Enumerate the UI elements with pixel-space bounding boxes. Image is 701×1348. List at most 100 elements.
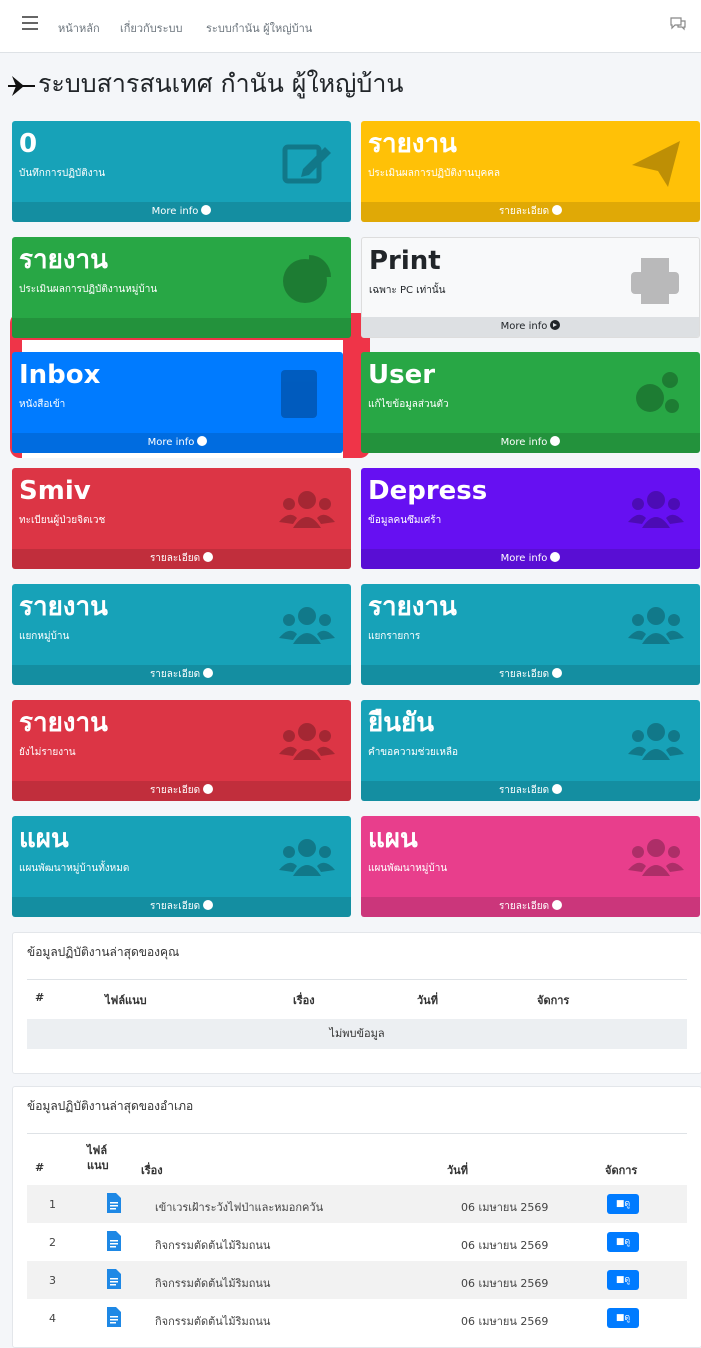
row-subject: กิจกรรมตัดต้นไม้ริมถนน (155, 1277, 271, 1290)
users-icon (628, 839, 684, 876)
card-title: ข้อมูลปฏิบัติงานล่าสุดของคุณ (27, 945, 180, 959)
book-icon (281, 370, 317, 418)
view-button[interactable]: ■ดู (607, 1194, 639, 1214)
arrow-circle-right-icon (552, 900, 563, 910)
users-icon (628, 491, 684, 528)
details-link[interactable]: รายละเอียด (361, 897, 700, 917)
footer-label: More info (500, 321, 548, 332)
card-title: ข้อมูลปฏิบัติงานล่าสุดของอำเภอ (27, 1099, 194, 1113)
footer-label: รายละเอียด (149, 669, 201, 680)
row-date: 06 เมษายน 2569 (461, 1239, 549, 1252)
footer-label: More info (151, 206, 199, 217)
users-icon (628, 607, 684, 644)
arrow-circle-right-icon (201, 205, 212, 215)
details-link[interactable]: รายละเอียด (12, 665, 351, 685)
box-subtitle: ยังไม่รายงาน (19, 747, 76, 758)
box-subtitle: ทะเบียนผู้ป่วยจิตเวช (19, 515, 106, 526)
box-number: แผน (368, 824, 418, 854)
table-row: 1 เข้าเวรเฝ้าระวังไฟป่าและหมอกควัน 06 เม… (27, 1185, 687, 1223)
arrow-circle-right-icon (552, 668, 563, 678)
nav-link-system[interactable]: ระบบกำนัน ผู้ใหญ่บ้าน (206, 19, 312, 37)
arrow-circle-right-icon (550, 552, 561, 562)
more-info-link[interactable]: More info (12, 202, 351, 222)
box-not-reported: รายงาน ยังไม่รายงาน รายละเอียด (12, 700, 351, 801)
file-icon[interactable] (107, 1307, 121, 1327)
box-number: รายงาน (19, 245, 108, 275)
details-link[interactable]: รายละเอียด (12, 897, 351, 917)
more-info-link[interactable]: More info (361, 549, 700, 569)
box-person-report: รายงาน ประเมินผลการปฏิบัติงานบุคคล รายละ… (361, 121, 700, 222)
col-header-manage: จัดการ (537, 994, 570, 1007)
view-button-label: ดู (624, 1275, 631, 1285)
box-depress: Depress ข้อมูลคนซึมเศร้า More info (361, 468, 700, 569)
box-footer[interactable] (12, 318, 351, 338)
box-subtitle: หนังสือเข้า (19, 399, 66, 410)
more-info-link[interactable]: More info (361, 433, 700, 453)
file-icon[interactable] (107, 1231, 121, 1251)
details-link[interactable]: รายละเอียด (361, 665, 700, 685)
box-report-by-village: รายงาน แยกหมู่บ้าน รายละเอียด (12, 584, 351, 685)
row-number: 1 (49, 1198, 56, 1211)
box-number: Smiv (19, 476, 91, 506)
col-header-date: วันที่ (447, 1164, 468, 1177)
box-print: Print เฉพาะ PC เท่านั้น More info (361, 237, 700, 338)
box-number: รายงาน (19, 592, 108, 622)
row-number: 3 (49, 1274, 56, 1287)
box-village-report: รายงาน ประเมินผลการปฏิบัติงานหมู่บ้าน (12, 237, 351, 338)
col-header-no: # (35, 991, 45, 1004)
details-link[interactable]: รายละเอียด (12, 549, 351, 569)
box-subtitle: เฉพาะ PC เท่านั้น (369, 285, 446, 296)
box-subtitle: แผนพัฒนาหมู่บ้าน (368, 863, 448, 874)
footer-label: More info (147, 437, 195, 448)
menu-toggle-icon[interactable] (22, 16, 38, 34)
users-icon (279, 723, 335, 760)
details-link[interactable]: รายละเอียด (12, 781, 351, 801)
file-icon[interactable] (107, 1193, 121, 1213)
print-icon (631, 258, 679, 304)
col-header-attachment: ไฟล์แนบ (105, 994, 147, 1007)
box-report-by-item: รายงาน แยกรายการ รายละเอียด (361, 584, 700, 685)
col-header-attachment: ไฟล์ แนบ (87, 1144, 109, 1172)
paper-plane-icon (632, 141, 680, 187)
row-date: 06 เมษายน 2569 (461, 1277, 549, 1290)
arrow-circle-right-icon (552, 205, 563, 215)
details-link[interactable]: รายละเอียด (361, 202, 700, 222)
arrow-circle-right-icon (203, 784, 214, 794)
row-number: 4 (49, 1312, 56, 1325)
divider (27, 1133, 687, 1134)
row-subject: กิจกรรมตัดต้นไม้ริมถนน (155, 1239, 271, 1252)
box-subtitle: แยกรายการ (368, 631, 421, 642)
footer-label: More info (500, 437, 548, 448)
box-subtitle: แผนพัฒนาหมู่บ้านทั้งหมด (19, 863, 130, 874)
row-subject: เข้าเวรเฝ้าระวังไฟป่าและหมอกควัน (155, 1201, 324, 1214)
arrow-circle-right-icon (197, 436, 208, 446)
row-number: 2 (49, 1236, 56, 1249)
view-button[interactable]: ■ดู (607, 1270, 639, 1290)
plane-icon (8, 76, 35, 96)
box-number: รายงาน (19, 708, 108, 738)
chat-icon[interactable] (669, 14, 687, 32)
col-header-manage: จัดการ (605, 1164, 638, 1177)
file-icon[interactable] (107, 1269, 121, 1289)
users-icon (279, 839, 335, 876)
box-inbox: Inbox หนังสือเข้า More info (12, 352, 343, 453)
box-plan-all: แผน แผนพัฒนาหมู่บ้านทั้งหมด รายละเอียด (12, 816, 351, 917)
box-confirm-help: ยืนยัน คำขอความช่วยเหลือ รายละเอียด (361, 700, 700, 801)
box-subtitle: บันทึกการปฏิบัติงาน (19, 168, 106, 179)
nav-link-about[interactable]: เกี่ยวกับระบบ (120, 19, 182, 37)
col-header-subject: เรื่อง (141, 1164, 163, 1177)
users-icon (279, 607, 335, 644)
more-info-link[interactable]: More info (12, 433, 343, 453)
details-link[interactable]: รายละเอียด (361, 781, 700, 801)
footer-label: รายละเอียด (149, 553, 201, 564)
footer-label: รายละเอียด (498, 669, 550, 680)
box-number: Print (369, 246, 441, 276)
view-button[interactable]: ■ดู (607, 1232, 639, 1252)
district-work-card: ข้อมูลปฏิบัติงานล่าสุดของอำเภอ # ไฟล์ แน… (12, 1086, 701, 1348)
view-button[interactable]: ■ดู (607, 1308, 639, 1328)
box-number: Inbox (19, 360, 101, 390)
row-date: 06 เมษายน 2569 (461, 1315, 549, 1328)
box-number: รายงาน (368, 592, 457, 622)
nav-link-home[interactable]: หน้าหลัก (58, 19, 100, 37)
more-info-link[interactable]: More info (362, 317, 699, 337)
